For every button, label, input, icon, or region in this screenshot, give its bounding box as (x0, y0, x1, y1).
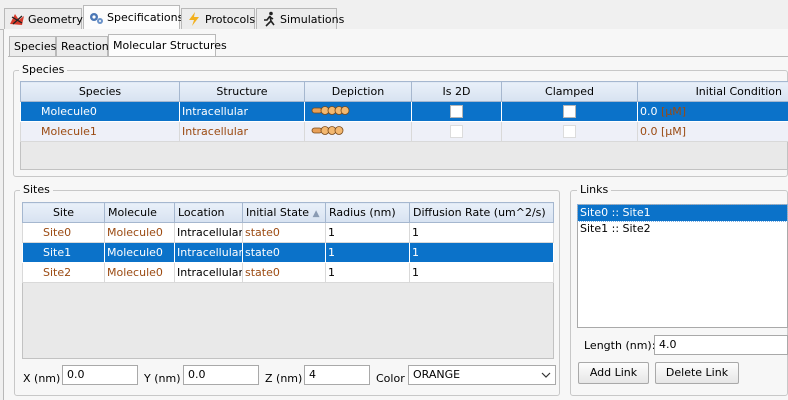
site-initial-state-cell[interactable]: state0 (242, 242, 326, 263)
site-diffusion-rate-cell[interactable]: 1 (409, 262, 554, 283)
site-molecule-cell[interactable]: Molecule0 (104, 262, 175, 283)
sites-group-title: Sites (20, 183, 53, 196)
x-input[interactable]: 0.0 (62, 365, 138, 385)
column-header-initial-condition[interactable]: Initial Condition (637, 81, 788, 102)
site-name-cell[interactable]: Site1 (22, 242, 105, 263)
molecule-depiction-icon (311, 105, 351, 116)
links-group-title: Links (577, 183, 612, 196)
species-name-cell[interactable]: Molecule1 (20, 121, 180, 142)
chevron-down-icon (541, 366, 551, 390)
site-name-cell[interactable]: Site0 (22, 222, 105, 243)
species-name-cell[interactable]: Molecule0 (20, 101, 180, 122)
tab-simulations[interactable]: Simulations (256, 8, 344, 29)
column-header-molecule[interactable]: Molecule (104, 202, 175, 223)
structure-cell[interactable]: Intracellular (179, 101, 305, 122)
site-radius-cell[interactable]: 1 (325, 262, 410, 283)
subtab-molecular-structures[interactable]: Molecular Structures (108, 34, 227, 56)
runner-icon (261, 11, 277, 27)
is-2d-checkbox[interactable] (450, 105, 463, 119)
site-name-cell[interactable]: Site2 (22, 262, 105, 283)
is-2d-checkbox[interactable] (450, 125, 463, 139)
length-label: Length (nm): (584, 339, 656, 352)
site-location-cell[interactable]: Intracellular (174, 242, 243, 263)
column-header-depiction[interactable]: Depiction (304, 81, 412, 102)
depiction-cell (304, 121, 412, 142)
geometry-icon (9, 11, 25, 27)
subtab-divider (8, 56, 788, 57)
species-table: Species Structure Depiction Is 2D Clampe… (20, 81, 788, 142)
column-header-location[interactable]: Location (174, 202, 243, 223)
site-row[interactable]: Site0 Molecule0 Intracellular state0 1 1 (22, 222, 554, 243)
subtab-species[interactable]: Species (9, 36, 56, 56)
column-header-species[interactable]: Species (20, 81, 180, 102)
sort-ascending-icon: ▲ (312, 209, 320, 219)
tab-geometry[interactable]: Geometry (4, 8, 83, 29)
initial-condition-cell[interactable]: 0.0 [µM] (637, 121, 788, 142)
x-label: X (nm) (23, 372, 61, 385)
site-radius-cell[interactable]: 1 (325, 222, 410, 243)
molecule-depiction-icon (311, 125, 345, 136)
lightning-icon (186, 11, 202, 27)
site-initial-state-cell[interactable]: state0 (242, 262, 326, 283)
z-input[interactable]: 4 (304, 365, 370, 385)
species-table-header: Species Structure Depiction Is 2D Clampe… (20, 81, 788, 102)
y-input[interactable]: 0.0 (183, 365, 259, 385)
column-header-initial-state[interactable]: Initial State ▲ (242, 202, 326, 223)
main-tab-bar: Geometry Specifications Protocols Simula… (0, 0, 788, 30)
initial-condition-cell[interactable]: 0.0 [µM] (637, 101, 788, 122)
species-group-title: Species (19, 63, 68, 76)
site-radius-cell[interactable]: 1 (325, 242, 410, 263)
gear-icon (88, 10, 104, 26)
list-item[interactable]: Site0 :: Site1 (577, 204, 788, 222)
column-header-diffusion-rate[interactable]: Diffusion Rate (um^2/s) (409, 202, 554, 223)
depiction-cell (304, 101, 412, 122)
tab-protocols[interactable]: Protocols (181, 8, 255, 29)
sites-table-header: Site Molecule Location Initial State ▲ R… (22, 202, 554, 223)
column-header-is-2d[interactable]: Is 2D (411, 81, 502, 102)
is-2d-cell[interactable] (411, 121, 502, 142)
color-label: Color (376, 372, 405, 385)
clamped-cell[interactable] (501, 121, 638, 142)
column-header-site[interactable]: Site (22, 202, 105, 223)
is-2d-cell[interactable] (411, 101, 502, 122)
site-molecule-cell[interactable]: Molecule0 (104, 242, 175, 263)
sites-table: Site Molecule Location Initial State ▲ R… (22, 202, 554, 283)
clamped-checkbox[interactable] (563, 125, 576, 139)
species-row[interactable]: Molecule0 Intracellular 0.0 [µM] (20, 101, 788, 122)
links-list[interactable]: Site0 :: Site1 Site1 :: Site2 (577, 204, 788, 328)
add-link-button[interactable]: Add Link (578, 362, 649, 384)
list-item[interactable]: Site1 :: Site2 (578, 221, 787, 237)
column-header-structure[interactable]: Structure (179, 81, 305, 102)
site-location-cell[interactable]: Intracellular (174, 262, 243, 283)
z-label: Z (nm) (265, 372, 303, 385)
site-molecule-cell[interactable]: Molecule0 (104, 222, 175, 243)
clamped-checkbox[interactable] (563, 105, 576, 119)
site-row[interactable]: Site2 Molecule0 Intracellular state0 1 1 (22, 262, 554, 283)
site-initial-state-cell[interactable]: state0 (242, 222, 326, 243)
column-header-radius[interactable]: Radius (nm) (325, 202, 410, 223)
site-diffusion-rate-cell[interactable]: 1 (409, 242, 554, 263)
species-row[interactable]: Molecule1 Intracellular 0.0 [µM] (20, 121, 788, 142)
site-location-cell[interactable]: Intracellular (174, 222, 243, 243)
length-input[interactable]: 4.0 (654, 335, 788, 355)
site-diffusion-rate-cell[interactable]: 1 (409, 222, 554, 243)
clamped-cell[interactable] (501, 101, 638, 122)
site-row[interactable]: Site1 Molecule0 Intracellular state0 1 1 (22, 242, 554, 263)
delete-link-button[interactable]: Delete Link (655, 362, 739, 384)
subtab-reaction[interactable]: Reaction (56, 36, 109, 56)
color-select[interactable]: ORANGE (408, 365, 556, 385)
column-header-clamped[interactable]: Clamped (501, 81, 638, 102)
structure-cell[interactable]: Intracellular (179, 121, 305, 142)
y-label: Y (nm) (144, 372, 181, 385)
tab-specifications[interactable]: Specifications (83, 5, 183, 29)
